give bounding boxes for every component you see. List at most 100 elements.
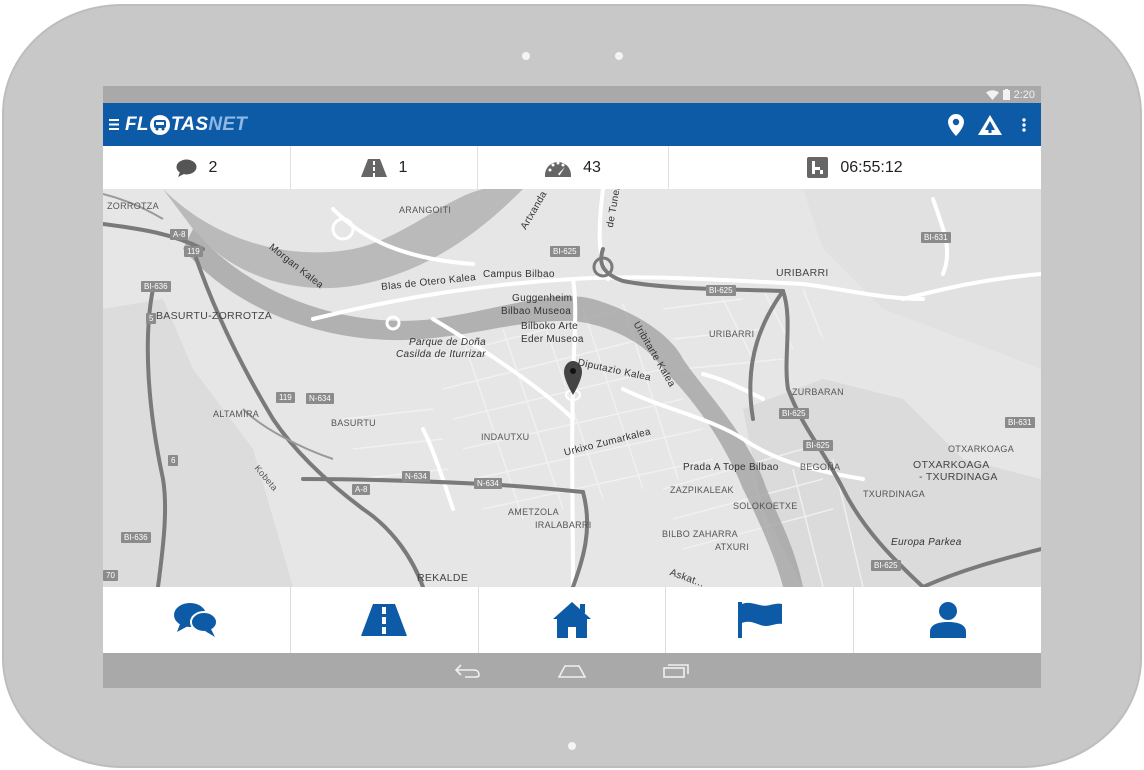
road-shield-5: 5: [146, 313, 157, 324]
back-button[interactable]: [448, 653, 488, 688]
map-label-bilboko-1: Bilboko Arte: [521, 321, 578, 332]
location-pin-button[interactable]: [939, 103, 973, 146]
map-label-begona: BEGOÑA: [800, 462, 841, 472]
road-shield-119-mid: 119: [276, 392, 295, 403]
home-icon: [552, 602, 591, 638]
nav-messages-button[interactable]: [103, 587, 290, 653]
road-shield-bi625-b: BI-625: [706, 285, 736, 296]
home-system-button[interactable]: [552, 653, 592, 688]
road-shield-119: 119: [184, 246, 203, 257]
system-navigation-bar: [103, 653, 1041, 688]
logo-text-tas: TAS: [170, 113, 209, 135]
road-shield-n634-c: N-634: [474, 478, 502, 489]
back-icon: [455, 663, 480, 678]
road-shield-bi636: BI-636: [141, 281, 171, 292]
status-bar: 2:20: [103, 86, 1041, 103]
routes-count: 1: [398, 158, 408, 176]
battery-icon: [1002, 89, 1010, 100]
recents-icon: [663, 663, 689, 678]
road-shield-bi631-a: BI-631: [921, 232, 951, 243]
map-label-ametzola: AMETZOLA: [508, 507, 559, 517]
flotasnet-logo: FL TAS NET: [125, 114, 247, 136]
bottom-navigation: [103, 587, 1041, 653]
tachograph-icon: [807, 157, 829, 178]
map-label-altamira: ALTAMIRA: [213, 409, 260, 419]
app-bar-actions: [939, 103, 1041, 146]
logo-text-fl: FL: [125, 113, 149, 135]
road-shield-n634-a: N-634: [306, 393, 334, 404]
map-label-bilboko-2: Eder Museoa: [521, 334, 584, 345]
road-warning-icon: [978, 114, 1002, 135]
map-label-rekalde: REKALDE: [417, 572, 469, 584]
map-label-guggenheim-2: Bilbao Museoa: [501, 306, 572, 317]
recents-button[interactable]: [656, 653, 696, 688]
home-outline-icon: [558, 664, 586, 678]
map-label-atxuri: ATXURI: [715, 542, 750, 552]
map-label-solokoetxe: SOLOKOETXE: [733, 501, 798, 511]
map-label-bilbo-zaharra: BILBO ZAHARRA: [662, 529, 738, 539]
stats-bar: 2 1 43 06:55:12: [103, 146, 1041, 189]
flag-icon: [737, 602, 782, 638]
nav-profile-button[interactable]: [853, 587, 1041, 653]
road-shield-n634-b: N-634: [402, 471, 430, 482]
map-label-txurdinaga: TXURDINAGA: [863, 489, 926, 499]
chat-bubble-icon: [176, 159, 197, 177]
road-shield-bi625-d: BI-625: [803, 440, 833, 451]
road-shield-bi636-bottom: BI-636: [121, 532, 151, 543]
hamburger-menu-icon[interactable]: [103, 103, 125, 146]
bus-icon: [149, 114, 170, 135]
speed-value: 43: [583, 158, 601, 176]
clock-text: 2:20: [1013, 88, 1035, 101]
map-label-europa: Europa Parkea: [891, 537, 962, 548]
stat-messages[interactable]: 2: [103, 146, 290, 189]
road-icon: [360, 158, 387, 177]
overflow-menu-button[interactable]: [1007, 103, 1041, 146]
road-shield-bi631-b: BI-631: [1005, 417, 1035, 428]
sensor-dot-left: [522, 52, 530, 60]
map-label-guggenheim-1: Guggenheim: [512, 293, 573, 304]
map-label-otxarkoaga-tx-2: - TXURDINAGA: [919, 471, 998, 483]
map-label-arangoiti: ARANGOITI: [399, 205, 452, 215]
road-shield-bi625-e: BI-625: [871, 560, 901, 571]
map-label-indautxu: INDAUTXU: [481, 432, 530, 442]
device-screen: 2:20 FL TAS NET 2 1 43 06:55:12 ZORROTZA…: [103, 86, 1041, 688]
speedometer-icon: [545, 161, 572, 177]
map-label-basurtu-zorrotza: BASURTU-ZORROTZA: [156, 310, 273, 322]
road-shield-a8: A-8: [170, 229, 189, 240]
map-label-zurbaran: ZURBARAN: [792, 387, 844, 397]
map-label-parque-1: Parque de Doña: [409, 337, 487, 348]
nav-routes-button[interactable]: [289, 587, 478, 653]
map-label-prada: Prada A Tope Bilbao: [683, 462, 779, 473]
map-label-otxarkoaga-tx-1: OTXARKOAGA: [913, 459, 990, 471]
road-shield-70: 70: [103, 570, 118, 581]
location-pin-icon: [948, 113, 964, 136]
road-shield-6: 6: [168, 455, 179, 466]
map-label-zazpikaleak: ZAZPIKALEAK: [670, 485, 734, 495]
stat-routes[interactable]: 1: [290, 146, 477, 189]
stat-driving-time[interactable]: 06:55:12: [668, 146, 1041, 189]
map-label-otxarkoaga: OTXARKOAGA: [948, 444, 1015, 454]
map-label-basurtu: BASURTU: [331, 418, 376, 428]
road-shield-bi625-a: BI-625: [550, 246, 580, 257]
messages-icon: [174, 603, 219, 637]
stat-speed[interactable]: 43: [477, 146, 668, 189]
sensor-dot-right: [615, 52, 623, 60]
map-label-iralabarri: IRALABARRI: [535, 520, 592, 530]
map-label-uribarri-small: URIBARRI: [709, 329, 755, 339]
map-label-parque-2: Casilda de Iturrizar: [396, 349, 486, 360]
map-label-zorrotza: ZORROTZA: [107, 201, 159, 211]
road-warning-button[interactable]: [973, 103, 1007, 146]
nav-flag-button[interactable]: [665, 587, 853, 653]
nav-home-button[interactable]: [477, 587, 666, 653]
road-shield-bi625-c: BI-625: [779, 408, 809, 419]
home-sensor-dot: [568, 742, 576, 750]
driving-time-value: 06:55:12: [840, 158, 903, 176]
more-vert-icon: [1022, 117, 1026, 132]
wifi-icon: [985, 89, 999, 100]
map-view[interactable]: ZORROTZA ARANGOITI Artxanda de Tunela Mo…: [103, 189, 1041, 587]
map-label-campus: Campus Bilbao: [483, 269, 555, 280]
messages-count: 2: [208, 158, 218, 176]
app-bar: FL TAS NET: [103, 103, 1041, 146]
user-icon: [929, 602, 966, 638]
map-label-uribarri: URIBARRI: [776, 267, 829, 279]
